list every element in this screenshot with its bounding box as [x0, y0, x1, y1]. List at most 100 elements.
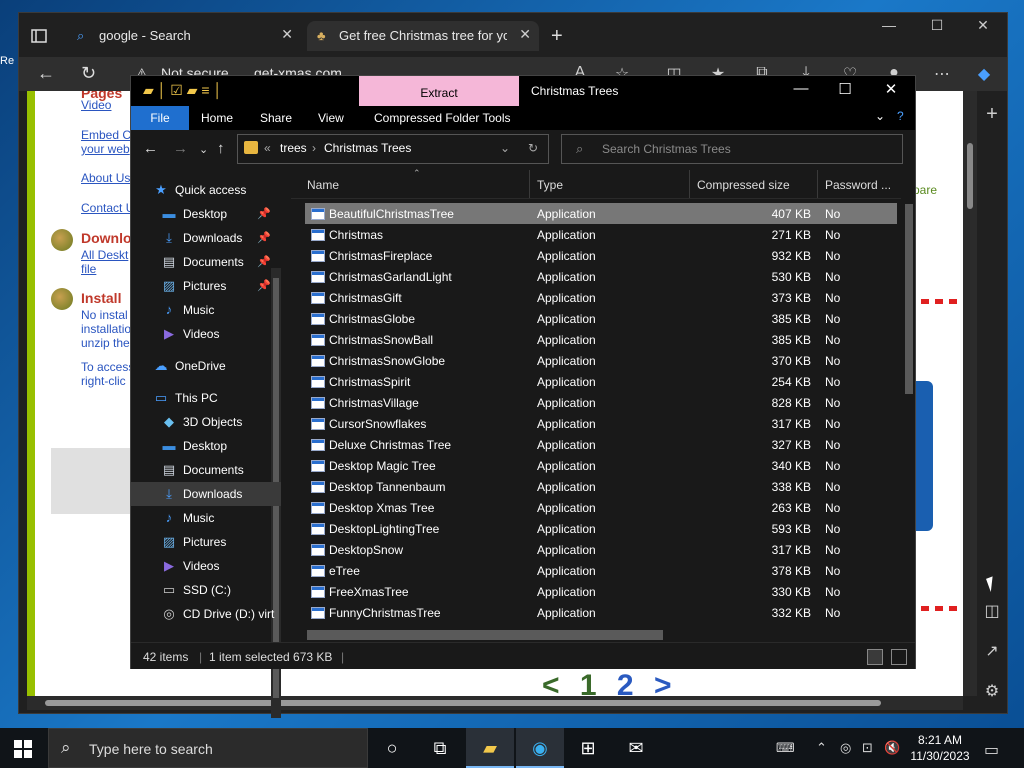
file-row[interactable]: CursorSnowflakes Application 317 KB No — [305, 413, 897, 434]
taskbar-search-box[interactable]: ⌕ Type here to search — [48, 728, 368, 768]
nav-item-videos[interactable]: ▶ Videos — [131, 322, 281, 346]
file-row[interactable]: BeautifulChristmasTree Application 407 KB N… — [305, 203, 897, 224]
recent-locations-icon[interactable]: ⌄ — [199, 143, 208, 156]
file-row[interactable]: Deluxe Christmas Tree Application 327 KB No — [305, 434, 897, 455]
nav-item-pictures[interactable]: ▨ Pictures 📌 — [131, 274, 281, 298]
breadcrumb-overflow[interactable]: « — [264, 141, 271, 155]
back-icon[interactable]: ← — [143, 140, 158, 157]
up-icon[interactable]: ↑ — [217, 140, 225, 157]
ribbon-tab-view[interactable]: View — [318, 111, 344, 125]
file-row[interactable]: ChristmasVillage Application 828 KB No — [305, 392, 897, 413]
scroll-thumb[interactable] — [967, 143, 973, 209]
ribbon-expand-icon[interactable]: ⌄ — [875, 109, 885, 123]
nav-item-desktop[interactable]: ▬ Desktop — [131, 434, 281, 458]
nav-item-desktop[interactable]: ▬ Desktop 📌 — [131, 202, 281, 226]
extract-tab[interactable]: Extract — [359, 76, 519, 106]
file-row[interactable]: eTree Application 378 KB No — [305, 560, 897, 581]
nav-item-documents[interactable]: ▤ Documents — [131, 458, 281, 482]
nav-item-music[interactable]: ♪ Music — [131, 506, 281, 530]
file-row[interactable]: Desktop Magic Tree Application 340 KB No — [305, 455, 897, 476]
file-row[interactable]: ChristmasSnowGlobe Application 370 KB No — [305, 350, 897, 371]
file-row[interactable]: Christmas Application 271 KB No — [305, 224, 897, 245]
mail-taskbar-icon[interactable]: ✉ — [612, 728, 660, 768]
copilot-icon[interactable]: ◆ — [973, 64, 995, 84]
task-view-icon[interactable]: ⧉ — [416, 728, 464, 768]
details-view-icon[interactable] — [867, 649, 883, 665]
nav-item-ssd-c[interactable]: ▭ SSD (C:) — [131, 578, 281, 602]
link-embed[interactable]: Embed C — [81, 128, 131, 142]
clock[interactable]: 8:21 AM 11/30/2023 — [906, 732, 974, 764]
ribbon-tab-compressed-tools[interactable]: Compressed Folder Tools — [374, 111, 511, 125]
refresh-icon[interactable]: ↻ — [81, 63, 96, 84]
next-page-link[interactable]: > — [654, 669, 678, 696]
tab-actions-button[interactable] — [27, 24, 51, 48]
file-row[interactable]: DesktopLightingTree Application 593 KB No — [305, 518, 897, 539]
keyboard-icon[interactable]: ⌨ — [776, 740, 795, 756]
prev-page-link[interactable]: < — [542, 669, 566, 696]
large-icons-view-icon[interactable] — [891, 649, 907, 665]
maximize-button[interactable]: ☐ — [917, 17, 957, 34]
breadcrumb-trees[interactable]: trees — [280, 141, 307, 155]
link-your-web[interactable]: your web — [81, 142, 130, 156]
tab-get-xmas[interactable]: ♣ Get free Christmas tree for your deskt… — [307, 21, 539, 51]
tab-google-search[interactable]: ⌕ google - Search ✕ — [67, 21, 301, 51]
nav-item-pictures[interactable]: ▨ Pictures — [131, 530, 281, 554]
column-separator[interactable] — [689, 170, 690, 198]
close-tab-icon[interactable]: ✕ — [281, 26, 293, 43]
volume-muted-icon[interactable]: 🔇 — [884, 740, 900, 756]
ribbon-tab-home[interactable]: Home — [201, 111, 233, 125]
file-row[interactable]: ChristmasGarlandLight Application 530 KB No — [305, 266, 897, 287]
column-type[interactable]: Type — [537, 178, 563, 192]
link-file[interactable]: file — [81, 262, 96, 276]
back-icon[interactable]: ← — [37, 63, 55, 84]
explorer-address-bar[interactable]: « trees › Christmas Trees ⌄ ↻ — [237, 134, 549, 164]
refresh-icon[interactable]: ↻ — [528, 141, 538, 155]
more-icon[interactable]: ⋯ — [931, 64, 953, 84]
close-button[interactable]: ✕ — [871, 80, 911, 98]
file-row[interactable]: ChristmasGift Application 373 KB No — [305, 287, 897, 308]
store-taskbar-icon[interactable]: ⊞ — [564, 728, 612, 768]
ribbon-tab-file[interactable]: File — [131, 106, 189, 130]
nav-item-3d-objects[interactable]: ◆ 3D Objects — [131, 410, 281, 434]
file-row[interactable]: FunnyChristmasTree Application 332 KB No — [305, 602, 897, 623]
close-button[interactable]: ✕ — [963, 17, 1003, 34]
file-list-horizontal-scrollbar[interactable] — [291, 626, 901, 642]
nav-item-onedrive[interactable]: ☁ OneDrive — [131, 354, 281, 378]
windows-start-icon[interactable] — [14, 740, 32, 758]
forward-icon[interactable]: → — [173, 140, 188, 157]
link-all-desktop[interactable]: All Deskt — [81, 248, 128, 262]
help-icon[interactable]: ? — [897, 109, 904, 123]
minimize-button[interactable]: — — [869, 17, 909, 33]
file-explorer-taskbar-icon[interactable]: ▰ — [466, 728, 514, 768]
maximize-button[interactable]: ☐ — [825, 80, 865, 98]
nav-item-quick-access[interactable]: ★ Quick access — [131, 178, 281, 202]
nav-item-downloads[interactable]: ⤓ Downloads 📌 — [131, 226, 281, 250]
column-separator[interactable] — [529, 170, 530, 198]
page-horizontal-scrollbar[interactable] — [27, 696, 963, 710]
file-row[interactable]: Desktop Tannenbaum Application 338 KB No — [305, 476, 897, 497]
address-dropdown-icon[interactable]: ⌄ — [500, 141, 510, 155]
file-row[interactable]: ChristmasSnowBall Application 385 KB No — [305, 329, 897, 350]
page-2-link[interactable]: 2 — [617, 669, 640, 696]
file-row[interactable]: FreeXmasTree Application 330 KB No — [305, 581, 897, 602]
chevron-up-icon[interactable]: ⌃ — [816, 740, 827, 756]
ribbon-tab-share[interactable]: Share — [260, 111, 292, 125]
nav-item-music[interactable]: ♪ Music — [131, 298, 281, 322]
gear-icon[interactable]: ⚙ — [983, 681, 1001, 701]
scroll-thumb[interactable] — [45, 700, 881, 706]
file-row[interactable]: ChristmasSpirit Application 254 KB No — [305, 371, 897, 392]
nav-item-videos[interactable]: ▶ Videos — [131, 554, 281, 578]
nav-item-cd-drive-d-virt[interactable]: ◎ CD Drive (D:) virt — [131, 602, 281, 626]
new-tab-button[interactable]: + — [551, 25, 563, 48]
column-compressed-size[interactable]: Compressed size — [697, 178, 790, 192]
column-separator[interactable] — [817, 170, 818, 198]
network-icon[interactable]: ⊡ — [862, 740, 873, 756]
file-list-vertical-scrollbar[interactable] — [901, 198, 915, 636]
camera-icon[interactable]: ◎ — [840, 740, 851, 756]
file-row[interactable]: ChristmasGlobe Application 385 KB No — [305, 308, 897, 329]
link-video[interactable]: Video — [81, 98, 111, 112]
page-vertical-scrollbar[interactable] — [963, 91, 977, 696]
nav-item-downloads[interactable]: ⤓ Downloads — [131, 482, 281, 506]
external-link-icon[interactable]: ↗ — [983, 641, 1001, 661]
scroll-thumb[interactable] — [307, 630, 663, 640]
